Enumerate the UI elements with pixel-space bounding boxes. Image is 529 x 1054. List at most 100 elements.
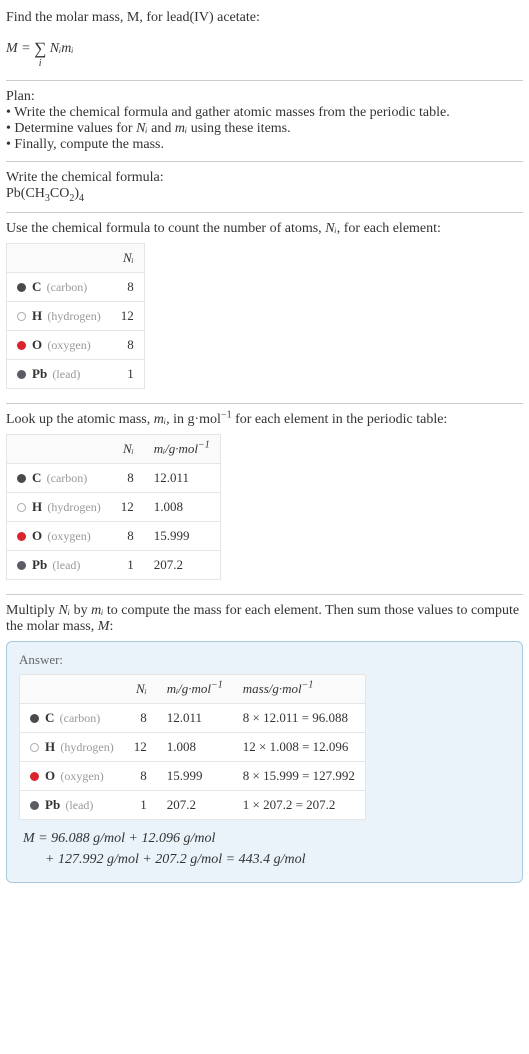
sym-Nimi: Nᵢmᵢ (50, 41, 74, 56)
cell-mass: 12 × 1.008 = 12.096 (233, 732, 366, 761)
divider (6, 80, 523, 81)
elem-sym: C (32, 470, 41, 485)
plan-b2-b: and (148, 121, 175, 136)
final-equation: M = 96.088 g/mol + 12.096 g/mol + 127.99… (23, 828, 506, 870)
mul-h-d: : (109, 619, 113, 634)
col-mi-text: mᵢ/g·mol (154, 441, 198, 456)
multiply-heading: Multiply Nᵢ by mᵢ to compute the mass fo… (6, 603, 523, 635)
cell-Ni: 8 (124, 703, 157, 732)
elem-name: (carbon) (60, 711, 101, 725)
dot-icon (17, 283, 26, 292)
table-row: C (carbon) 8 (7, 272, 145, 301)
sigma-icon: .∑i (34, 28, 46, 70)
sym-mi: mᵢ (91, 603, 103, 618)
cell-element: Pb (lead) (7, 550, 111, 579)
cell-Ni: 8 (111, 521, 144, 550)
elem-name: (hydrogen) (60, 740, 113, 754)
mul-h-b: by (70, 603, 91, 618)
dot-icon (17, 503, 26, 512)
table-row: H (hydrogen) 12 1.008 12 × 1.008 = 12.09… (20, 732, 366, 761)
dot-icon (17, 532, 26, 541)
dot-icon (17, 370, 26, 379)
col-Ni: Nᵢ (111, 243, 145, 272)
elem-name: (oxygen) (60, 769, 103, 783)
cell-Ni: 1 (124, 790, 157, 819)
table-row: O (oxygen) 8 15.999 8 × 15.999 = 127.992 (20, 761, 366, 790)
table-header-row: Nᵢ mᵢ/g·mol−1 mass/g·mol−1 (20, 674, 366, 703)
cell-Ni: 8 (124, 761, 157, 790)
col-element (20, 674, 124, 703)
dot-icon (17, 312, 26, 321)
elem-sym: H (32, 499, 42, 514)
answer-table: Nᵢ mᵢ/g·mol−1 mass/g·mol−1 C (carbon) 8 … (19, 674, 366, 820)
count-heading: Use the chemical formula to count the nu… (6, 221, 523, 237)
sym-Ni: Nᵢ (59, 603, 71, 618)
lookup-h-c: for each element in the periodic table: (232, 412, 448, 427)
sup-neg1: −1 (198, 439, 210, 450)
table-row: O (oxygen) 8 (7, 330, 145, 359)
lookup-h-b: , in g·mol (166, 412, 221, 427)
chem-formula: Pb(CH3CO2)4 (6, 186, 523, 204)
elem-sym: Pb (32, 557, 47, 572)
col-element (7, 434, 111, 463)
dot-icon (17, 561, 26, 570)
elem-name: (carbon) (47, 280, 88, 294)
elem-name: (hydrogen) (47, 309, 100, 323)
elem-sym: C (32, 279, 41, 294)
cell-Ni: 1 (111, 359, 145, 388)
cell-Ni: 8 (111, 272, 145, 301)
dot-icon (30, 714, 39, 723)
lookup-section: Look up the atomic mass, mᵢ, in g·mol−1 … (6, 406, 523, 592)
lookup-heading: Look up the atomic mass, mᵢ, in g·mol−1 … (6, 412, 523, 428)
col-Ni: Nᵢ (124, 674, 157, 703)
cell-element: H (hydrogen) (7, 492, 111, 521)
cell-mi: 207.2 (157, 790, 233, 819)
sym-mi: mᵢ (175, 121, 187, 136)
plan-bullet-3: • Finally, compute the mass. (6, 137, 523, 153)
sigma-sub-i: i (39, 58, 42, 69)
answer-box: Answer: Nᵢ mᵢ/g·mol−1 mass/g·mol−1 C (ca… (6, 641, 523, 883)
table-row: Pb (lead) 1 (7, 359, 145, 388)
lookup-table: Nᵢ mᵢ/g·mol−1 C (carbon) 8 12.011 H (hyd… (6, 434, 221, 580)
sup-neg1: −1 (211, 679, 223, 690)
cell-element: Pb (lead) (7, 359, 111, 388)
table-row: C (carbon) 8 12.011 (7, 463, 221, 492)
elem-name: (oxygen) (47, 338, 90, 352)
cell-Ni: 1 (111, 550, 144, 579)
divider (6, 212, 523, 213)
cell-mass: 8 × 12.011 = 96.088 (233, 703, 366, 732)
intro-section: Find the molar mass, M, for lead(IV) ace… (6, 4, 523, 78)
dot-icon (17, 341, 26, 350)
cell-mi: 1.008 (157, 732, 233, 761)
cell-Ni: 12 (124, 732, 157, 761)
sym-M: M (98, 619, 110, 634)
sym-M: M (6, 41, 18, 56)
elem-sym: O (32, 528, 42, 543)
multiply-section: Multiply Nᵢ by mᵢ to compute the mass fo… (6, 597, 523, 895)
final-line-2: + 127.992 g/mol + 207.2 g/mol = 443.4 g/… (23, 849, 506, 870)
answer-label: Answer: (19, 652, 510, 668)
elem-name: (carbon) (47, 471, 88, 485)
elem-name: (lead) (52, 367, 80, 381)
cell-element: O (oxygen) (7, 521, 111, 550)
plan-bullet-2: • Determine values for Nᵢ and mᵢ using t… (6, 121, 523, 137)
divider (6, 161, 523, 162)
mul-h-a: Multiply (6, 603, 59, 618)
cell-element: O (oxygen) (20, 761, 124, 790)
table-header-row: Nᵢ (7, 243, 145, 272)
dot-icon (17, 474, 26, 483)
cell-mi: 15.999 (144, 521, 221, 550)
plan-bullet-1: • Write the chemical formula and gather … (6, 105, 523, 121)
cell-mass: 8 × 15.999 = 127.992 (233, 761, 366, 790)
col-mi: mᵢ/g·mol−1 (144, 434, 221, 463)
count-table: Nᵢ C (carbon) 8 H (hydrogen) 12 O (oxyge… (6, 243, 145, 389)
col-mass: mass/g·mol−1 (233, 674, 366, 703)
cell-mi: 207.2 (144, 550, 221, 579)
cell-element: Pb (lead) (20, 790, 124, 819)
table-row: H (hydrogen) 12 1.008 (7, 492, 221, 521)
count-h-b: , for each element: (337, 221, 441, 236)
elem-sym: Pb (32, 366, 47, 381)
sym-Ni: Nᵢ (136, 121, 148, 136)
sym-Ni: Nᵢ (325, 221, 337, 236)
col-element (7, 243, 111, 272)
